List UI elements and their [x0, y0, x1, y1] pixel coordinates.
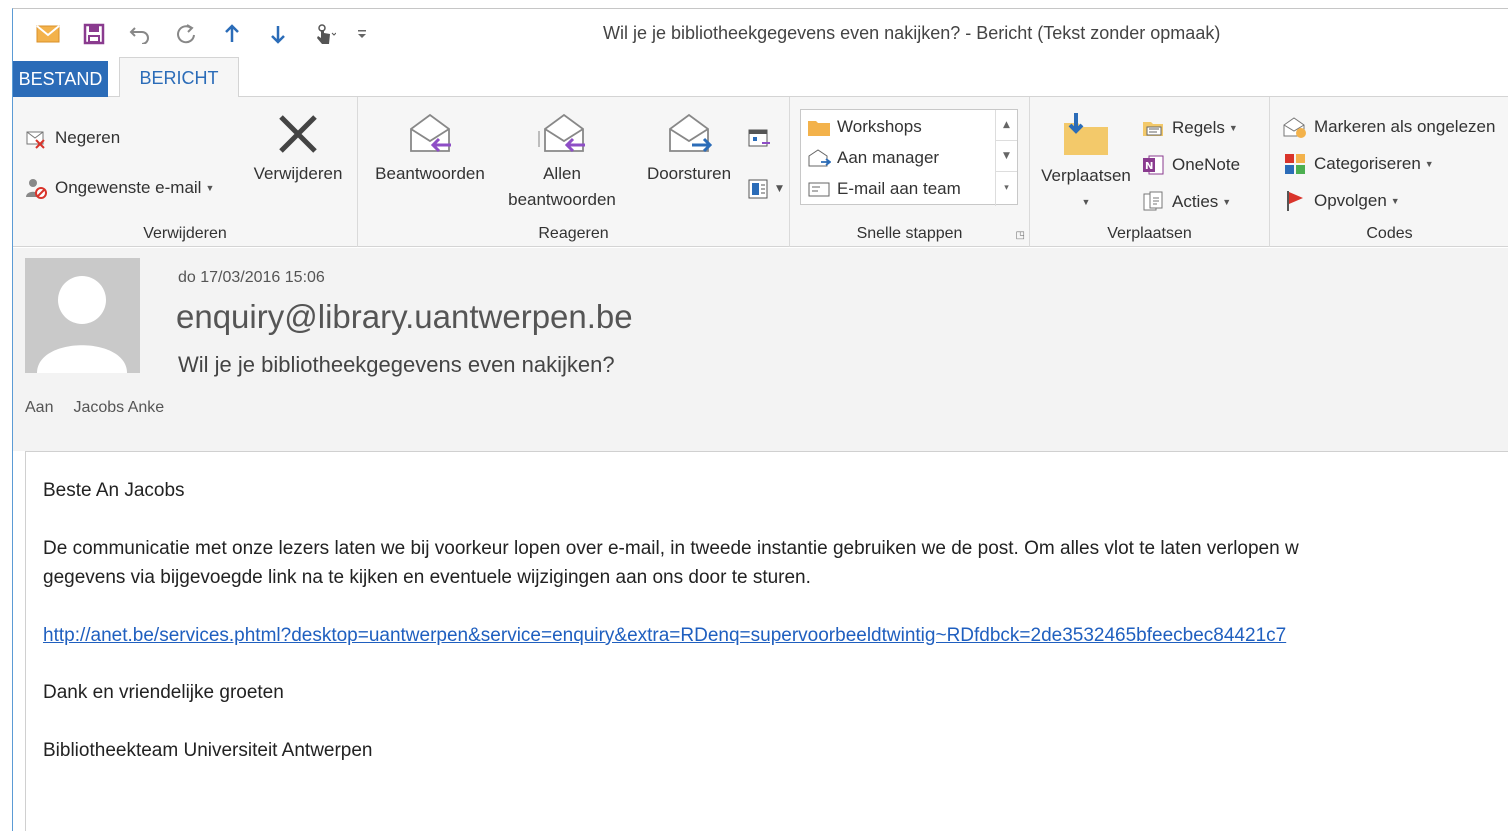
envelope-icon: [807, 179, 831, 199]
scroll-down-icon[interactable]: ▼: [996, 141, 1017, 172]
tags-group: Markeren als ongelezen Categoriseren ▼ O…: [1270, 97, 1508, 247]
move-button[interactable]: Verplaatsen ▼: [1034, 111, 1138, 215]
categorize-icon: [1282, 151, 1308, 177]
ribbon-tabs: BESTAND BERICHT: [13, 57, 1508, 98]
avatar: [25, 258, 140, 373]
onenote-icon: N: [1140, 152, 1166, 178]
reply-button[interactable]: Beantwoorden: [364, 111, 496, 187]
chevron-down-icon: ▼: [1390, 196, 1400, 206]
redo-icon[interactable]: [163, 19, 209, 49]
to-label: Aan: [25, 399, 54, 416]
reply-all-icon: [538, 113, 585, 153]
forward-icon: [669, 113, 713, 153]
chevron-down-icon: ▼: [776, 184, 783, 194]
ignore-button[interactable]: Negeren: [23, 125, 120, 151]
window-title: Wil je je bibliotheekgegevens even nakij…: [603, 23, 1221, 43]
delete-group: Negeren Ongewenste e-mail ▼ Verwijderen …: [13, 97, 358, 247]
expand-gallery-icon[interactable]: ▾: [996, 172, 1017, 203]
ignore-icon: [23, 125, 49, 151]
quick-step-workshops[interactable]: Workshops: [807, 112, 922, 142]
folder-icon: [807, 117, 831, 137]
quick-steps-gallery: Workshops Aan manager E-mail aan team ▲: [800, 109, 1018, 206]
chevron-down-icon: ▼: [1081, 197, 1091, 207]
customize-icon[interactable]: [347, 19, 377, 49]
quick-access-toolbar: [25, 19, 377, 49]
signature-text: Bibliotheekteam Universiteit Antwerpen: [43, 740, 373, 761]
meeting-reply-icon[interactable]: [746, 127, 772, 155]
message-date: do 17/03/2016 15:06: [178, 269, 325, 286]
reply-icon: [410, 113, 451, 153]
tags-group-label: Codes: [1366, 225, 1413, 242]
outlook-message-window: Wil je je bibliotheekgegevens even nakij…: [12, 8, 1508, 831]
follow-up-button[interactable]: Opvolgen ▼: [1282, 188, 1400, 214]
move-group-label: Verplaatsen: [1107, 225, 1192, 242]
touch-mode-icon[interactable]: [301, 19, 347, 49]
actions-icon: [1140, 189, 1166, 215]
greeting-text: Beste An Jacobs: [43, 480, 185, 501]
sender-address[interactable]: enquiry@library.uantwerpen.be: [176, 298, 633, 336]
reply-group: Beantwoorden Allen beantwoorden Doorstur…: [358, 97, 790, 247]
body-line-2: gegevens via bijgevoegde link na te kijk…: [43, 567, 811, 588]
tab-file[interactable]: BESTAND: [13, 61, 108, 97]
chevron-down-icon: ▼: [1228, 123, 1238, 133]
scroll-up-icon[interactable]: ▲: [996, 110, 1017, 141]
forward-button[interactable]: Doorsturen: [628, 111, 750, 187]
undo-icon[interactable]: [117, 19, 163, 49]
svg-text:N: N: [1145, 161, 1153, 172]
tab-message[interactable]: BERICHT: [119, 57, 239, 98]
message-header: do 17/03/2016 15:06 enquiry@library.uant…: [13, 248, 1508, 451]
message-body[interactable]: Beste An Jacobs De communicatie met onze…: [25, 451, 1508, 831]
down-arrow-icon[interactable]: [255, 19, 301, 49]
reply-group-label: Reageren: [538, 225, 609, 242]
quick-steps-group-label: Snelle stappen: [856, 225, 963, 242]
more-respond-icon: [748, 179, 768, 199]
verification-link[interactable]: http://anet.be/services.phtml?desktop=ua…: [43, 621, 1286, 650]
rules-button[interactable]: Regels ▼: [1140, 115, 1238, 141]
mark-unread-button[interactable]: Markeren als ongelezen: [1282, 114, 1495, 140]
forward-envelope-icon: [807, 148, 831, 168]
up-arrow-icon[interactable]: [209, 19, 255, 49]
quick-steps-group: Workshops Aan manager E-mail aan team ▲: [790, 97, 1030, 247]
rules-icon: [1140, 115, 1166, 141]
save-icon[interactable]: [71, 19, 117, 49]
onenote-button[interactable]: N OneNote: [1140, 152, 1240, 178]
person-icon: [37, 276, 127, 373]
move-group: Verplaatsen ▼ Regels ▼ N OneNote Acties …: [1030, 97, 1270, 247]
recipient-line: Aan Jacobs Anke: [25, 399, 164, 417]
mark-unread-icon: [1282, 114, 1308, 140]
chevron-down-icon: ▼: [1222, 197, 1232, 207]
more-respond-button[interactable]: ▼: [746, 177, 783, 201]
reply-all-button[interactable]: Allen beantwoorden: [496, 111, 628, 213]
junk-button[interactable]: Ongewenste e-mail ▼: [23, 175, 214, 201]
flag-icon: [1282, 188, 1308, 214]
message-subject: Wil je je bibliotheekgegevens even nakij…: [178, 352, 615, 377]
recipient-name[interactable]: Jacobs Anke: [73, 399, 164, 416]
delete-x-icon: [279, 115, 317, 153]
actions-button[interactable]: Acties ▼: [1140, 189, 1231, 215]
quick-steps-scrollbar[interactable]: ▲ ▼ ▾: [995, 110, 1017, 206]
delete-button[interactable]: Verwijderen: [243, 111, 353, 187]
ribbon: Negeren Ongewenste e-mail ▼ Verwijderen …: [13, 97, 1508, 247]
body-line-1: De communicatie met onze lezers laten we…: [43, 538, 1299, 559]
quick-step-team-email[interactable]: E-mail aan team: [807, 174, 961, 204]
move-folder-icon: [1064, 113, 1108, 155]
delete-group-label: Verwijderen: [143, 225, 227, 242]
closing-text: Dank en vriendelijke groeten: [43, 682, 284, 703]
categorize-button[interactable]: Categoriseren ▼: [1282, 151, 1434, 177]
chevron-down-icon: ▼: [1424, 159, 1434, 169]
junk-icon: [23, 175, 49, 201]
mail-icon[interactable]: [25, 19, 71, 49]
title-bar: Wil je je bibliotheekgegevens even nakij…: [13, 9, 1508, 57]
quick-step-to-manager[interactable]: Aan manager: [807, 143, 939, 173]
chevron-down-icon: ▼: [205, 183, 215, 193]
